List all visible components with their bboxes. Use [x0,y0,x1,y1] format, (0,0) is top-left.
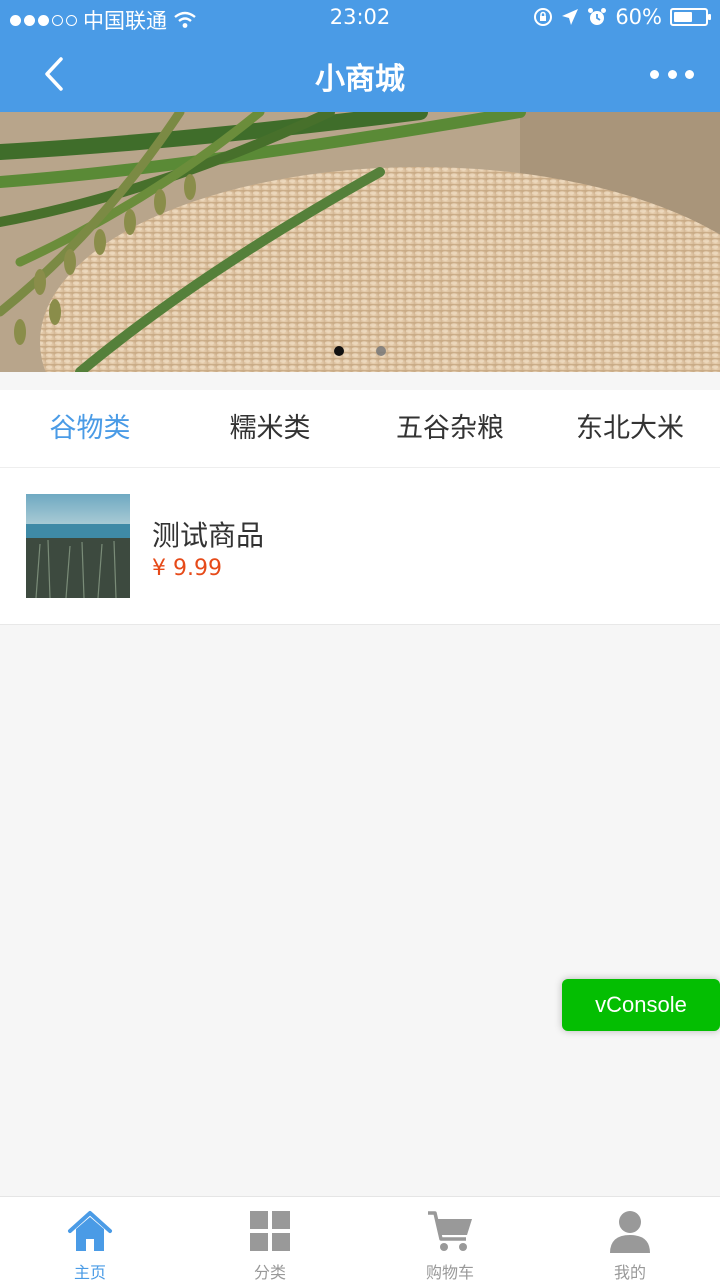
carousel-dot[interactable] [334,346,344,356]
product-thumbnail [26,494,130,598]
bottom-tab-bar: 主页 分类 购物车 我的 [0,1196,720,1280]
cart-icon [428,1211,472,1251]
battery-icon [670,8,711,26]
category-tabs: 谷物类 糯米类 五谷杂粮 东北大米 [0,390,720,468]
user-icon [610,1211,650,1253]
tabbar-category[interactable]: 分类 [180,1197,360,1280]
home-icon [68,1211,112,1251]
location-icon [562,9,579,25]
tab-northeast-rice[interactable]: 东北大米 [540,390,720,467]
page-title: 小商城 [315,62,405,97]
app-screen: 中国联通 23:02 60% 小商城 谷物类 糯米类 五谷杂粮 东北大米 测试商… [0,0,720,1280]
nav-bar: 小商城 [0,36,720,112]
tab-cereals[interactable]: 谷物类 [0,390,180,467]
battery-percent: 60% [615,5,662,29]
more-button[interactable] [650,58,694,90]
product-name: 测试商品 [152,519,265,552]
tabbar-category-label: 分类 [253,1263,286,1280]
banner-image [0,112,720,372]
tabbar-cart[interactable]: 购物车 [360,1197,540,1280]
carousel-dot[interactable] [376,346,386,356]
tab-glutinous-rice[interactable]: 糯米类 [180,390,360,467]
product-price: ¥ 9.99 [152,556,222,581]
carousel-indicators [0,346,720,356]
tabbar-profile[interactable]: 我的 [540,1197,720,1280]
tab-mixed-grains[interactable]: 五谷杂粮 [360,390,540,467]
alarm-icon [588,8,607,25]
grid-icon [250,1211,290,1251]
tabbar-cart-label: 购物车 [425,1263,474,1280]
tabbar-home[interactable]: 主页 [0,1197,180,1280]
product-list: 测试商品 ¥ 9.99 [0,468,720,625]
banner-carousel[interactable] [0,112,720,372]
more-dots-icon [650,69,659,79]
tabbar-profile-label: 我的 [613,1263,646,1280]
vconsole-button[interactable]: vConsole [562,979,720,1031]
status-bar: 中国联通 23:02 60% [0,0,720,36]
status-right: 60% [533,5,711,29]
product-item[interactable]: 测试商品 ¥ 9.99 [0,468,720,624]
tabbar-home-label: 主页 [73,1263,106,1280]
rotation-lock-icon [534,8,553,26]
